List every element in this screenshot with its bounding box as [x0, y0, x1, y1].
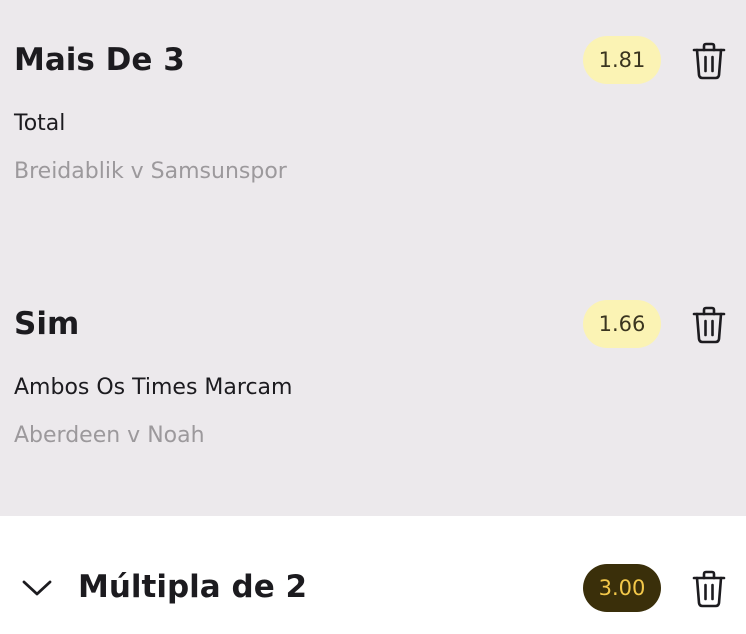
bet-selection: Sim [14, 306, 80, 342]
trash-icon[interactable] [692, 42, 726, 80]
multiple-odds-badge[interactable]: 3.00 [583, 564, 661, 612]
trash-icon[interactable] [692, 570, 726, 608]
odds-badge[interactable]: 1.66 [583, 300, 661, 348]
bet-market: Ambos Os Times Marcam [14, 375, 293, 400]
bet-market: Total [14, 111, 66, 136]
bet-item: Mais De 3 Total Breidablik v Samsunspor … [0, 0, 746, 200]
multiple-bet-title: Múltipla de 2 [78, 569, 308, 605]
bet-selection: Mais De 3 [14, 42, 185, 78]
bet-event: Aberdeen v Noah [14, 423, 205, 448]
bet-event: Breidablik v Samsunspor [14, 159, 287, 184]
chevron-down-icon[interactable] [20, 574, 54, 602]
trash-icon[interactable] [692, 306, 726, 344]
odds-badge[interactable]: 1.81 [583, 36, 661, 84]
bet-item: Sim Ambos Os Times Marcam Aberdeen v Noa… [0, 264, 746, 464]
bet-slip-list: Mais De 3 Total Breidablik v Samsunspor … [0, 0, 746, 516]
